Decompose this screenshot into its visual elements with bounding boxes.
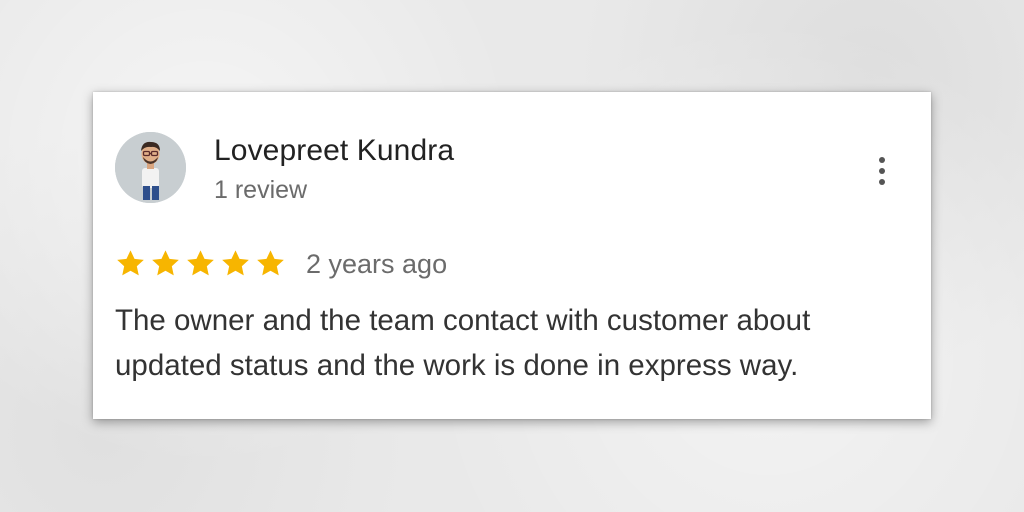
star-icon	[222, 250, 249, 276]
more-vert-icon-dot	[879, 179, 885, 185]
star-icon	[152, 250, 179, 276]
more-vert-icon-dot	[879, 157, 885, 163]
review-time: 2 years ago	[306, 249, 448, 279]
avatar-person-icon	[115, 132, 186, 203]
star-icon	[257, 250, 284, 276]
star-icon	[117, 250, 144, 276]
reviewer-name[interactable]: Lovepreet Kundra	[214, 134, 454, 168]
more-vert-icon-dot	[879, 168, 885, 174]
avatar[interactable]	[115, 132, 186, 203]
review-card: Lovepreet Kundra 1 review 2 years ago Th…	[93, 92, 931, 419]
star-rating	[115, 248, 286, 279]
review-text: The owner and the team contact with cust…	[115, 304, 811, 382]
more-options-button[interactable]	[869, 154, 895, 188]
star-icon	[187, 250, 214, 276]
review-count[interactable]: 1 review	[214, 176, 307, 205]
